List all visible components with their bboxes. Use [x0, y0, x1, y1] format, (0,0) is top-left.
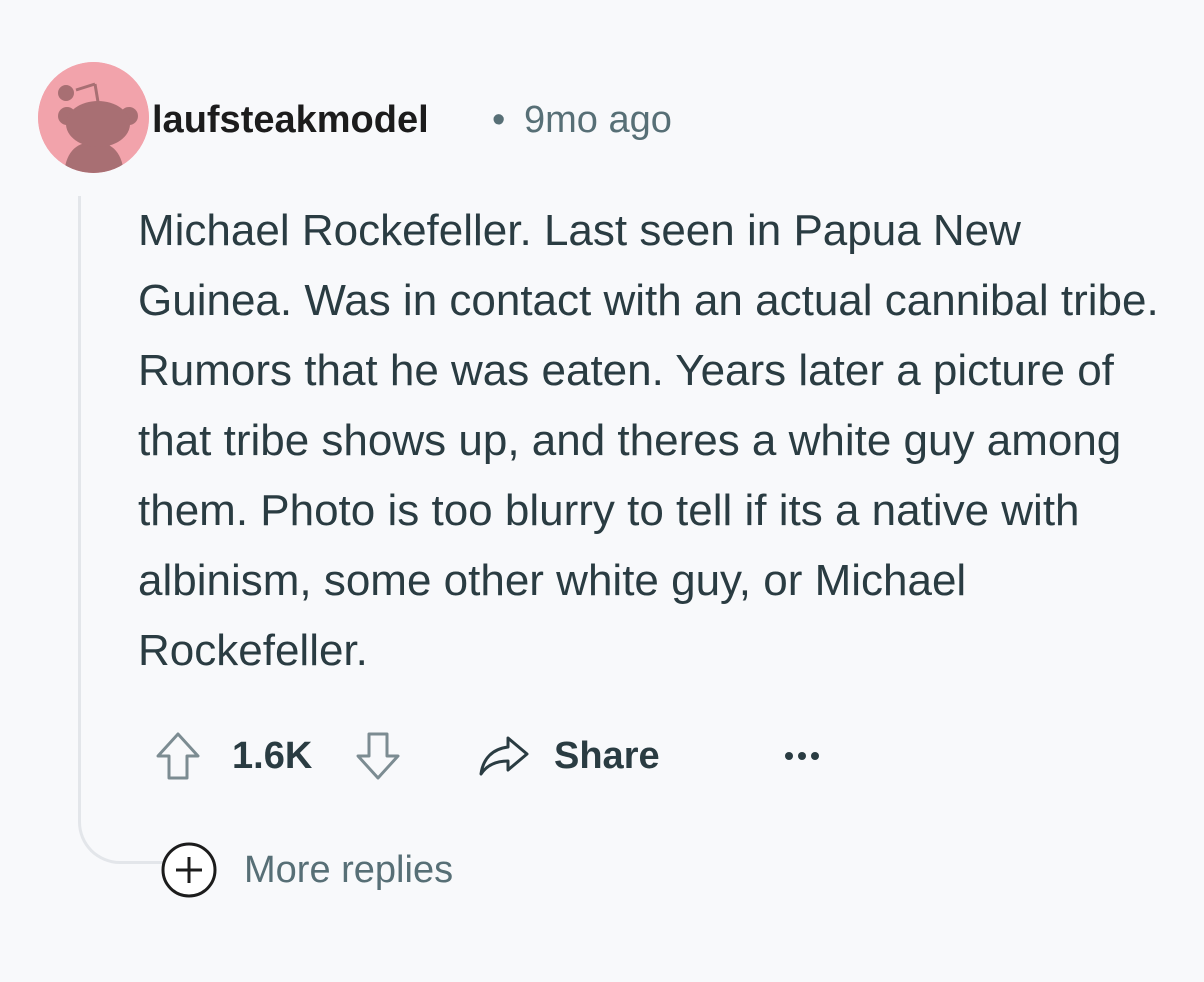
- plus-circle-icon: [161, 842, 217, 898]
- upvote-button[interactable]: [150, 726, 206, 786]
- more-replies-label: More replies: [244, 848, 454, 891]
- ellipsis-icon: [785, 752, 819, 760]
- snoo-avatar-icon: [38, 62, 149, 173]
- more-options-button[interactable]: [780, 726, 824, 786]
- share-arrow-icon: [479, 736, 529, 776]
- avatar[interactable]: [38, 62, 149, 173]
- share-button[interactable]: Share: [478, 726, 660, 786]
- comment-author[interactable]: laufsteakmodel: [152, 98, 429, 142]
- vote-score: 1.6K: [232, 734, 313, 777]
- share-label: Share: [554, 734, 660, 777]
- arrow-down-icon: [356, 732, 400, 780]
- arrow-up-icon: [156, 732, 200, 780]
- comment-body: Michael Rockefeller. Last seen in Papua …: [138, 206, 1159, 675]
- downvote-button[interactable]: [350, 726, 406, 786]
- more-replies-button[interactable]: More replies: [160, 840, 453, 900]
- comment-timestamp[interactable]: 9mo ago: [524, 98, 672, 142]
- meta-separator: •: [492, 99, 506, 141]
